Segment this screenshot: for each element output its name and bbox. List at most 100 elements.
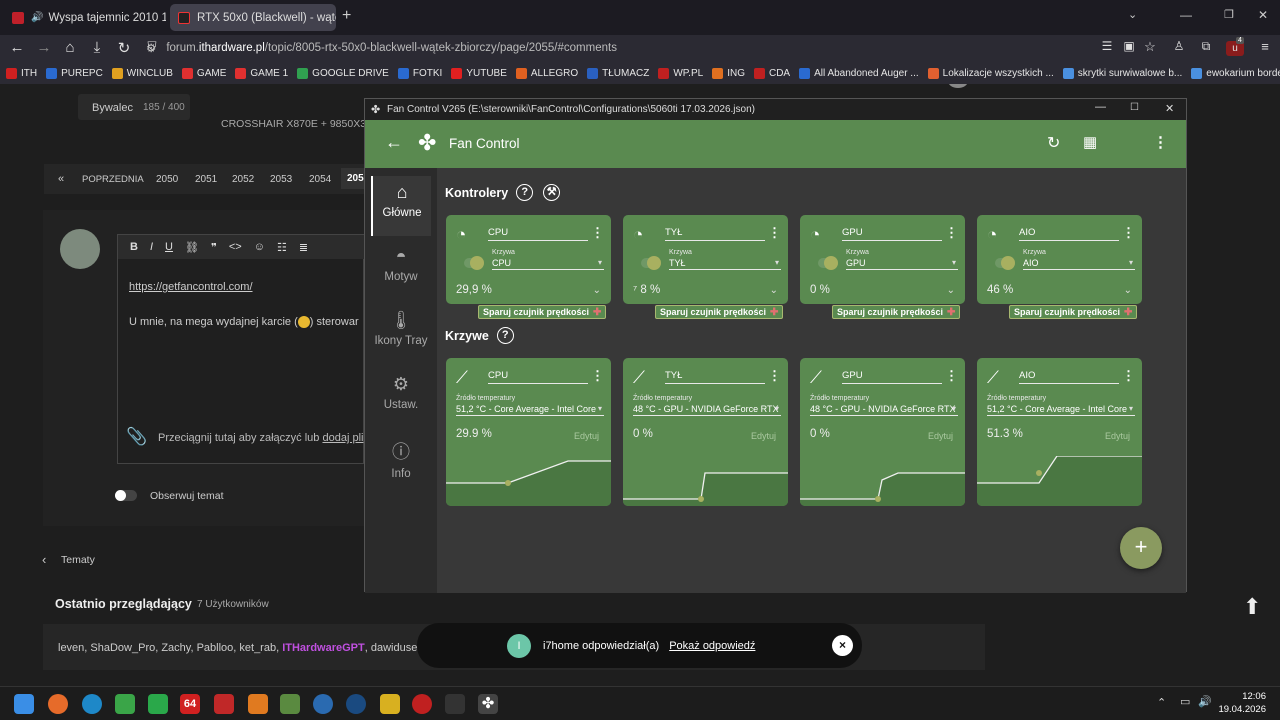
page-link[interactable]: 2052 [232, 174, 254, 185]
controller-name[interactable]: GPU [842, 227, 942, 241]
app3-icon[interactable] [380, 694, 400, 714]
close-notification-button[interactable]: × [832, 635, 853, 656]
tab-forum[interactable]: RTX 50x0 (Blackwell) - wątek zbi ✕ [170, 4, 336, 31]
aida64-icon[interactable]: 64 [180, 694, 200, 714]
bookmark-item[interactable]: ewokarium borderlan... [1191, 67, 1280, 79]
prev-page-icon[interactable]: « [58, 173, 64, 185]
bookmark-item[interactable]: TŁUMACZ [587, 67, 649, 79]
chevron-down-icon[interactable]: ⌄ [947, 285, 955, 296]
curve-select[interactable]: AIO [1023, 258, 1135, 270]
controller-name[interactable]: CPU [488, 227, 588, 241]
steam-icon[interactable] [346, 694, 366, 714]
curve-name[interactable]: TYŁ [665, 370, 765, 384]
account-icon[interactable]: ♙ [1170, 39, 1188, 53]
temperature-source-select[interactable]: 48 °C - GPU - NVIDIA GeForce RTX [810, 404, 958, 416]
chevron-left-icon[interactable]: ‹ [42, 552, 46, 567]
fancontrol-taskbar-icon[interactable]: ✤ [478, 694, 498, 714]
edit-curve-link[interactable]: Edytuj [928, 431, 953, 441]
tab-video[interactable]: 🔊 Wyspa tajemnic 2010 1080p ✕ [4, 4, 166, 31]
firefox-icon[interactable] [48, 694, 68, 714]
clock[interactable]: 12:06 19.04.2026 [1218, 690, 1266, 716]
more-vert-icon[interactable]: ⋮ [1153, 133, 1168, 151]
numbered-list-icon[interactable]: ≣ [299, 241, 308, 254]
nav-tray-icons[interactable]: 🌡 Ikony Tray [371, 304, 431, 364]
show-reply-link[interactable]: Pokaż odpowiedź [669, 640, 755, 652]
menu-icon[interactable]: ≡ [1256, 39, 1274, 54]
bookmark-item[interactable]: Lokalizacje wszystkich ... [927, 67, 1054, 79]
maximize-icon[interactable]: ☐ [1130, 102, 1139, 113]
pair-speed-sensor-button[interactable]: Sparuj czujnik prędkości ✚ [1009, 305, 1138, 319]
url-bar[interactable]: ⚙ forum. ithardware.pl/topic/8005-rtx-50x… [140, 36, 1060, 60]
curve-name[interactable]: CPU [488, 370, 588, 384]
nav-settings[interactable]: ⚙ Ustaw. [371, 368, 431, 428]
nav-home[interactable]: ⌂ Główne [371, 176, 431, 236]
controller-card[interactable]: ◔CPU⋮KrzywaCPU29,9 %⌄ [446, 215, 611, 304]
flash-icon[interactable] [214, 694, 234, 714]
downloads-icon[interactable]: ⤓ [88, 39, 106, 56]
bookmark-item[interactable]: GAME [181, 67, 226, 79]
edit-curve-link[interactable]: Edytuj [1105, 431, 1130, 441]
temperature-source-select[interactable]: 48 °C - GPU - NVIDIA GeForce RTX [633, 404, 781, 416]
nav-theme[interactable]: ◓ Motyw [371, 240, 431, 300]
help-icon[interactable]: ? [496, 327, 514, 344]
dashboard-edit-icon[interactable]: ▦ [1083, 133, 1097, 151]
bookmark-item[interactable]: CDA [753, 67, 790, 79]
extensions-icon[interactable]: ⧉ [1197, 39, 1215, 54]
wrench-icon[interactable]: ⚒ [543, 184, 561, 201]
bold-icon[interactable]: B [130, 241, 138, 253]
more-vert-icon[interactable]: ⋮ [1122, 225, 1135, 241]
curve-card[interactable]: ⟋ TYŁ ⋮ Źródło temperatury 48 °C - GPU - NVI… [623, 358, 788, 506]
volume-icon[interactable]: 🔊 [1198, 695, 1212, 708]
bookmark-star-icon[interactable]: ☆ [1141, 39, 1159, 55]
temperature-source-select[interactable]: 51,2 °C - Core Average - Intel Core [456, 404, 604, 416]
help-icon[interactable]: ? [516, 184, 534, 201]
close-window-icon[interactable]: ✕ [1258, 8, 1268, 22]
curve-name[interactable]: GPU [842, 370, 942, 384]
back-to-topics[interactable]: Tematy [61, 554, 95, 566]
editor-link[interactable]: https://getfancontrol.com/ [129, 281, 253, 293]
back-arrow-icon[interactable]: ← [385, 132, 403, 153]
bookmark-item[interactable]: ALLEGRO [515, 67, 578, 79]
bookmark-item[interactable]: ING [712, 67, 745, 79]
home-icon[interactable]: ⌂ [61, 39, 79, 56]
browser-icon[interactable] [82, 694, 102, 714]
reader-icon[interactable]: ☰ [1098, 39, 1116, 53]
opera-icon[interactable] [412, 694, 432, 714]
bookmark-item[interactable]: WINCLUB [111, 67, 173, 79]
bookmark-item[interactable]: FOTKI [397, 67, 442, 79]
close-icon[interactable]: ✕ [1165, 102, 1174, 115]
curve-select[interactable]: TYŁ [669, 258, 781, 270]
curve-card[interactable]: ⟋ AIO ⋮ Źródło temperatury 51,2 °C - Core Av… [977, 358, 1142, 506]
more-vert-icon[interactable]: ⋮ [591, 225, 604, 241]
restore-icon[interactable]: ❐ [1224, 8, 1234, 21]
curve-select[interactable]: CPU [492, 258, 604, 270]
start-icon[interactable] [14, 694, 34, 714]
controller-toggle[interactable] [464, 256, 484, 270]
speaker-icon[interactable]: 🔊 [31, 12, 43, 23]
more-vert-icon[interactable]: ⋮ [945, 225, 958, 241]
more-vert-icon[interactable]: ⋮ [945, 368, 958, 384]
settings-icon[interactable] [313, 694, 333, 714]
curve-select[interactable]: GPU [846, 258, 958, 270]
chevron-down-icon[interactable]: ⌄ [1124, 285, 1132, 296]
bookmark-item[interactable]: GOOGLE DRIVE [297, 67, 389, 79]
tab-list-icon[interactable]: ⌄ [1128, 8, 1137, 21]
controller-name[interactable]: TYŁ [665, 227, 765, 241]
pair-speed-sensor-button[interactable]: Sparuj czujnik prędkości ✚ [832, 305, 961, 319]
page-link[interactable]: 2053 [270, 174, 292, 185]
bookmark-item[interactable]: All Abandoned Auger ... [799, 67, 919, 79]
cpuz-icon[interactable] [248, 694, 268, 714]
editor[interactable] [117, 234, 364, 464]
curve-card[interactable]: ⟋ CPU ⋮ Źródło temperatury 51,2 °C - Core Av… [446, 358, 611, 506]
nav-info[interactable]: ⓘ Info [371, 432, 431, 492]
bookmark-item[interactable]: WP.PL [658, 67, 703, 79]
edit-curve-link[interactable]: Edytuj [574, 431, 599, 441]
new-tab-icon[interactable]: + [342, 7, 351, 25]
controller-card[interactable]: ◔TYŁ⋮KrzywaTYŁ⁷ 8 %⌄ [623, 215, 788, 304]
pair-speed-sensor-button[interactable]: Sparuj czujnik prędkości ✚ [655, 305, 784, 319]
refresh-icon[interactable]: ↻ [1047, 133, 1060, 153]
page-link[interactable]: 2054 [309, 174, 331, 185]
list-icon[interactable]: ☷ [277, 241, 287, 254]
attach-link[interactable]: dodaj pli [322, 432, 363, 444]
more-vert-icon[interactable]: ⋮ [591, 368, 604, 384]
